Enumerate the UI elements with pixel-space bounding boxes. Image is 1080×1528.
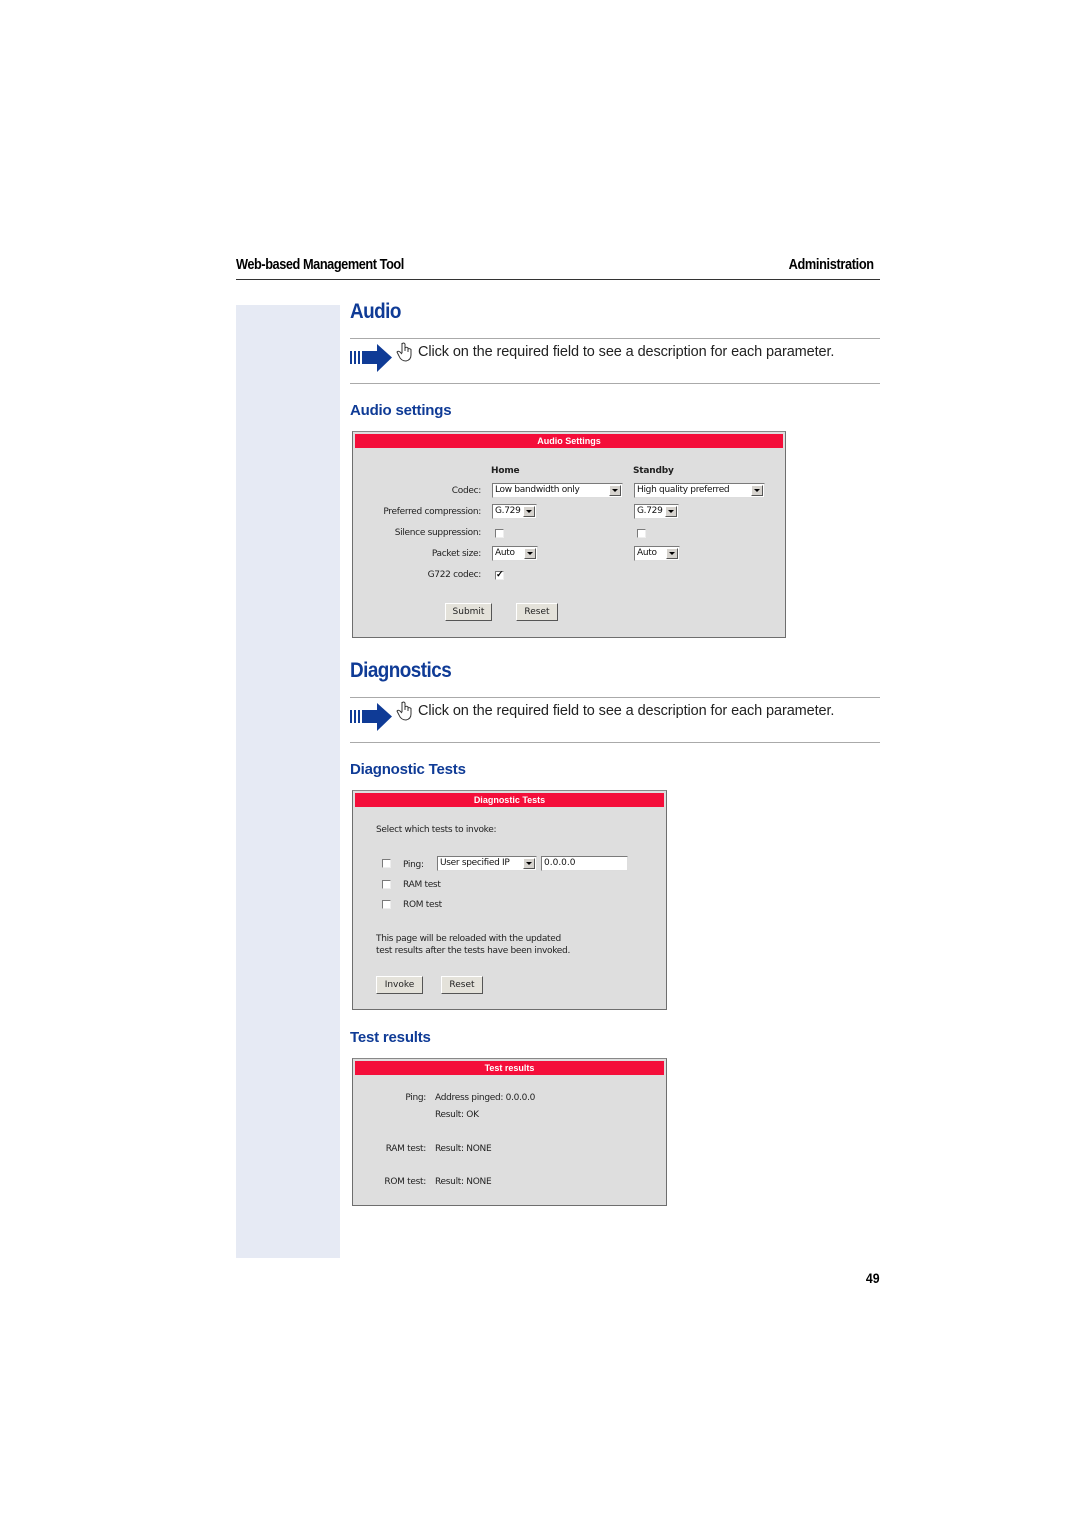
home-codec-value: Low bandwidth only [495,485,580,495]
chevron-down-icon [523,506,535,517]
panel-title-bar: Audio Settings [355,434,783,448]
margin-band [236,305,340,1258]
column-standby: Standby [633,466,674,476]
note-rule-bottom [350,383,880,384]
info-text-line-2: test results after the tests have been i… [376,946,571,956]
note-rule-top [350,338,880,339]
ram-result-value: Result: NONE [435,1144,492,1154]
diagnostic-tests-panel: Diagnostic Tests Select which tests to i… [352,790,667,1010]
page-number: 49 [866,1270,880,1286]
test-results-heading: Test results [350,1029,431,1046]
chevron-down-icon [609,485,621,496]
note-rule-top [350,697,880,698]
ram-result-label: RAM test: [385,1144,427,1154]
standby-compression-value: G.729 [637,506,663,516]
home-packet-size-select[interactable]: Auto [492,546,538,561]
chevron-down-icon [665,506,677,517]
note-rule-bottom [350,742,880,743]
chevron-down-icon [524,548,536,559]
ping-result-value: Result: OK [435,1110,479,1120]
panel-title-bar: Diagnostic Tests [355,793,664,807]
diagnostic-tests-heading: Diagnostic Tests [350,761,466,778]
home-compression-value: G.729 [495,506,521,516]
g722-codec-label: G722 codec: [427,570,482,580]
ping-checkbox[interactable] [382,859,391,868]
audio-settings-panel: Audio Settings Home Standby Codec: Low b… [352,431,786,638]
standby-codec-select[interactable]: High quality preferred [634,483,765,498]
panel-title-bar: Test results [355,1061,664,1075]
submit-button[interactable]: Submit [445,603,492,621]
audio-note: Click on the required field to see a des… [350,342,880,372]
arrow-right-icon [350,703,392,731]
ping-address-input[interactable]: 0.0.0.0 [541,856,628,871]
ping-label: Ping: [403,860,424,870]
reset-button[interactable]: Reset [441,976,483,994]
test-results-panel: Test results Ping: Address pinged: 0.0.0… [352,1058,667,1206]
ram-test-checkbox[interactable] [382,880,391,889]
standby-codec-value: High quality preferred [637,485,730,495]
ram-test-label: RAM test [403,880,441,890]
reset-button[interactable]: Reset [516,603,558,621]
rom-result-value: Result: NONE [435,1177,492,1187]
header-divider [236,279,880,280]
home-codec-select[interactable]: Low bandwidth only [492,483,623,498]
arrow-right-icon [350,344,392,372]
audio-heading: Audio [350,300,401,323]
chevron-down-icon [666,548,678,559]
running-header-section: Administration [788,257,874,273]
audio-settings-heading: Audio settings [350,402,452,419]
standby-packet-size-select[interactable]: Auto [634,546,680,561]
audio-note-text: Click on the required field to see a des… [418,344,835,360]
home-silence-suppression-checkbox[interactable] [495,529,504,538]
ping-mode-value: User specified IP [440,858,510,868]
hand-pointer-icon [396,701,412,721]
ping-mode-select[interactable]: User specified IP [437,856,537,871]
home-compression-select[interactable]: G.729 [492,504,537,519]
rom-test-label: ROM test [403,900,442,910]
chevron-down-icon [523,858,535,869]
chevron-down-icon [751,485,763,496]
diagnostics-heading: Diagnostics [350,659,452,682]
silence-suppression-label: Silence suppression: [394,528,482,538]
preferred-compression-label: Preferred compression: [383,507,481,517]
rom-test-checkbox[interactable] [382,900,391,909]
diagnostics-note-text: Click on the required field to see a des… [418,703,835,719]
codec-label: Codec: [451,486,482,496]
diagnostics-note: Click on the required field to see a des… [350,701,880,731]
ping-address-value: Address pinged: 0.0.0.0 [435,1093,536,1103]
packet-size-label: Packet size: [431,549,481,559]
standby-compression-select[interactable]: G.729 [634,504,679,519]
rom-result-label: ROM test: [384,1177,426,1187]
standby-silence-suppression-checkbox[interactable] [637,529,646,538]
column-home: Home [491,466,520,476]
ping-result-label: Ping: [405,1093,426,1103]
running-header-title: Web-based Management Tool [236,257,404,273]
home-packet-size-value: Auto [495,548,515,558]
invoke-button[interactable]: Invoke [376,976,423,994]
home-g722-codec-checkbox[interactable] [495,569,504,580]
info-text-line-1: This page will be reloaded with the upda… [376,934,561,944]
tests-intro-text: Select which tests to invoke: [376,825,497,835]
hand-pointer-icon [396,342,412,362]
standby-packet-size-value: Auto [637,548,657,558]
